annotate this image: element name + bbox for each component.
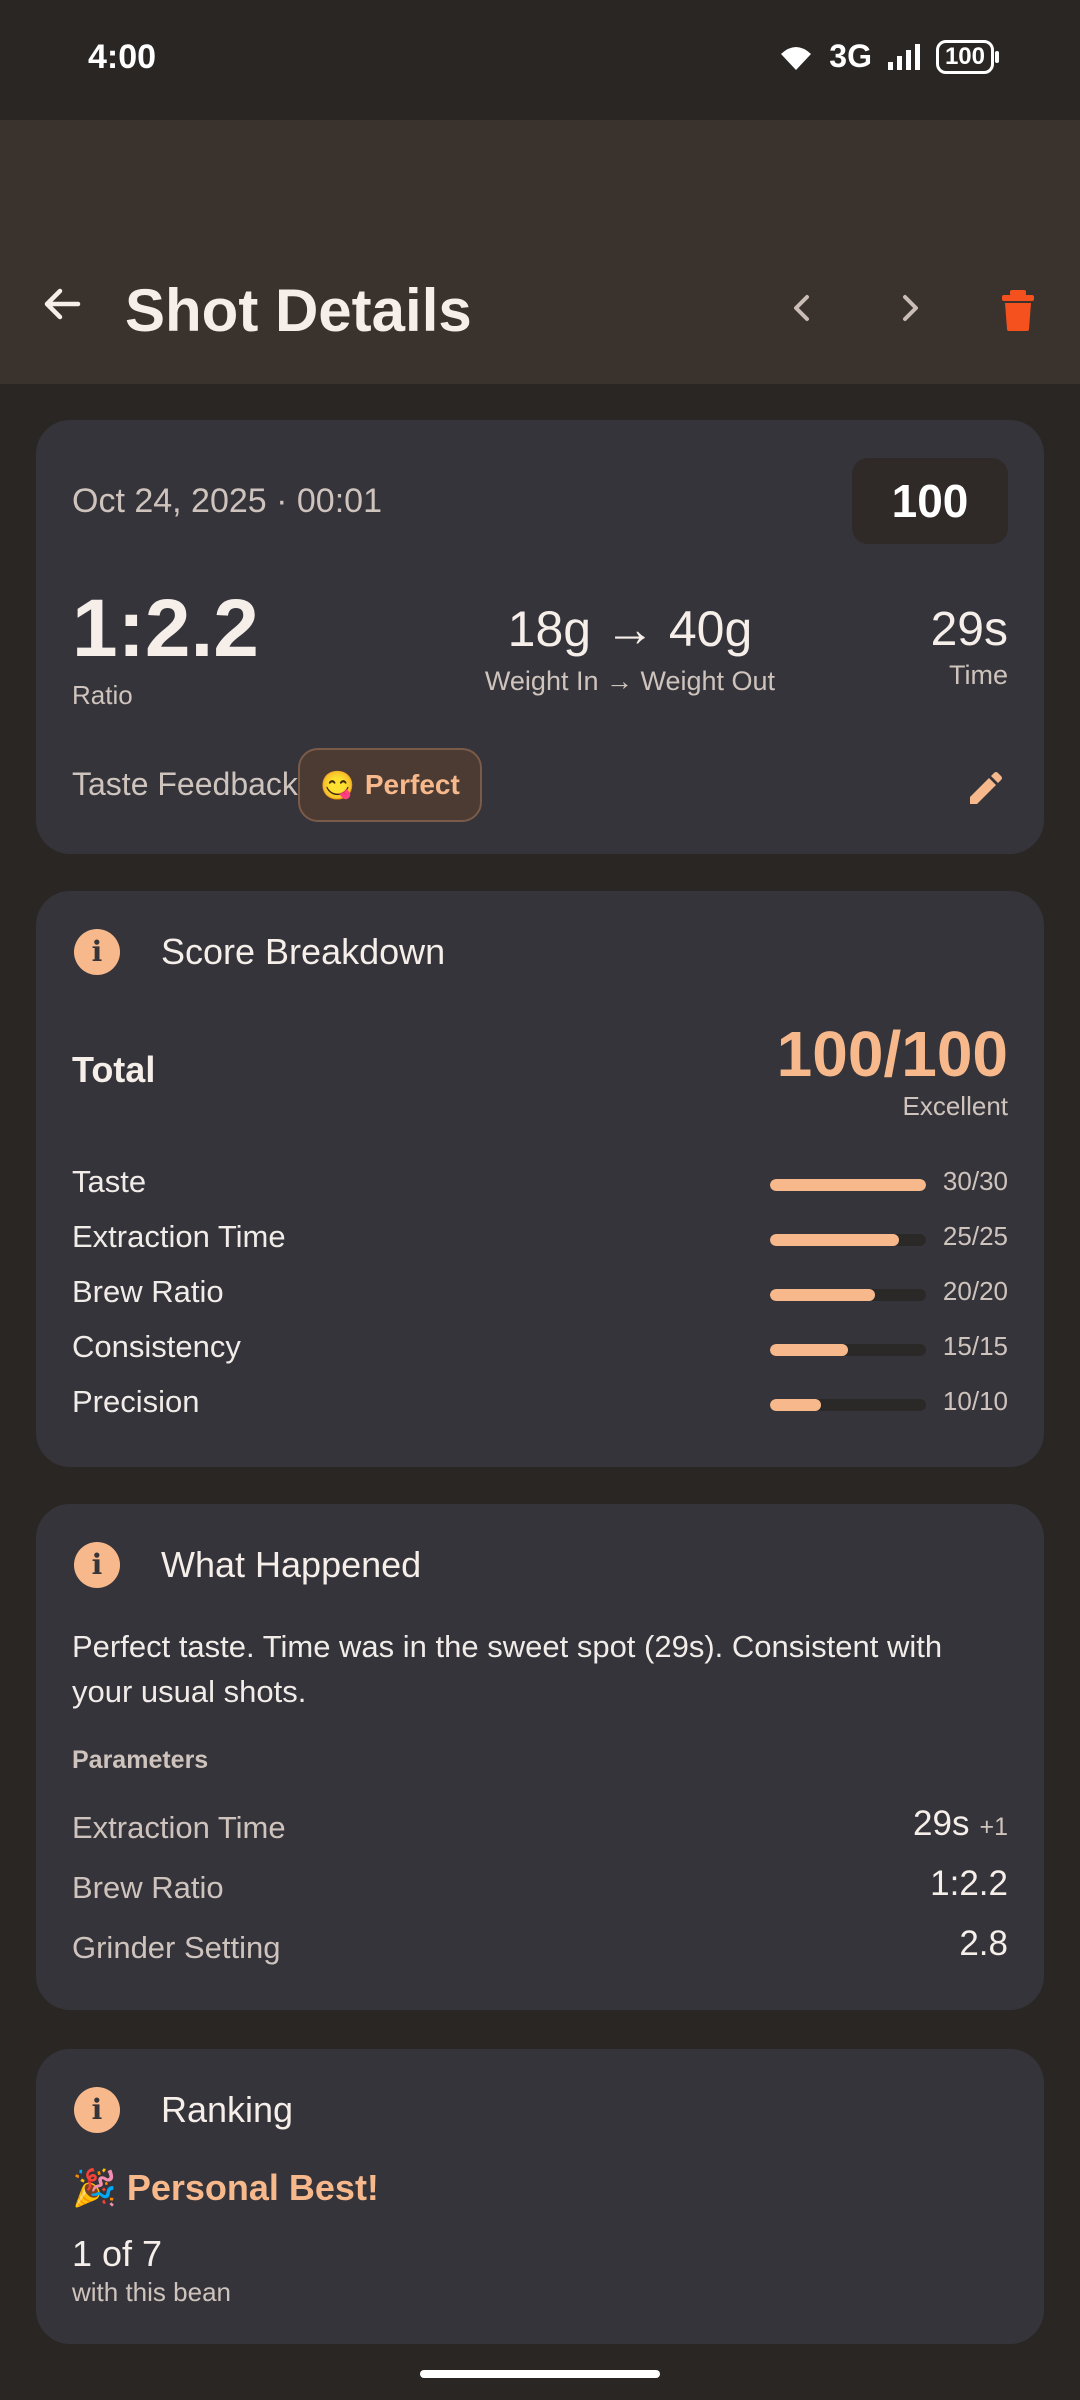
progress-track [770,1399,926,1411]
progress-fill [770,1344,848,1356]
shot-date: Oct 24, 2025 · 00:01 [72,482,382,520]
param-row-brew-ratio: Brew Ratio 1:2.2 [72,1864,1008,1914]
progress-fill [770,1179,926,1191]
total-rating: Excellent [902,1091,1009,1121]
info-icon: i [74,2087,120,2133]
info-icon: i [74,1542,120,1588]
breakdown-label: Consistency [72,1329,241,1364]
taste-feedback-chip[interactable]: 😋 Perfect [298,748,482,822]
progress-track [770,1179,926,1191]
shot-summary-text: Perfect taste. Time was in the sweet spo… [72,1629,943,1709]
status-icons: 3G 100 [777,38,1000,75]
weights-label: Weight In → Weight Out [484,666,776,696]
taste-feedback-label: Taste Feedback [72,766,298,802]
time-value: 29s [930,603,1008,656]
param-value: 29s +1 [913,1804,1008,1843]
param-value: 1:2.2 [930,1864,1008,1903]
time-label: Time [949,660,1008,690]
status-bar: 4:00 3G 100 [0,0,1080,120]
param-label: Grinder Setting [72,1930,281,1965]
total-label: Total [72,1049,156,1090]
progress-track [770,1344,926,1356]
what-happened-card: i What Happened Perfect taste. Time was … [36,1504,1044,2010]
breakdown-row-taste: Taste 30/30 [72,1164,1008,1204]
edit-pencil-icon[interactable] [964,770,1004,810]
progress-track [770,1234,926,1246]
battery-icon: 100 [935,39,1000,74]
score-breakdown-title: Score Breakdown [161,931,446,972]
total-score: 100/100 [776,1018,1008,1090]
wifi-icon [781,46,812,70]
shot-summary-card: Oct 24, 2025 · 00:01 100 1:2.2 Ratio 18g… [36,420,1044,854]
personal-best-badge: 🎉 Personal Best! [72,2167,379,2208]
what-happened-title: What Happened [161,1544,422,1585]
breakdown-score: 10/10 [942,1386,1008,1416]
param-row-grinder-setting: Grinder Setting 2.8 [72,1924,1008,1974]
breakdown-score: 25/25 [942,1221,1008,1251]
ratio-value: 1:2.2 [72,583,259,674]
info-icon: i [74,929,120,975]
progress-fill [770,1234,900,1246]
breakdown-label: Brew Ratio [72,1274,224,1309]
param-delta: +1 [979,1813,1008,1841]
rank-context: with this bean [72,2277,231,2307]
breakdown-score: 15/15 [942,1331,1008,1361]
ranking-title: Ranking [161,2089,294,2130]
delete-icon[interactable] [996,288,1040,332]
progress-fill [770,1399,822,1411]
param-label: Extraction Time [72,1810,286,1845]
score-badge: 100 [852,458,1008,544]
signal-icon [887,43,920,70]
progress-track [770,1289,926,1301]
breakdown-row-brew-ratio: Brew Ratio 20/20 [72,1274,1008,1314]
score-breakdown-card: i Score Breakdown Total 100/100 Excellen… [36,891,1044,1467]
breakdown-row-extraction-time: Extraction Time 25/25 [72,1219,1008,1259]
breakdown-score: 30/30 [942,1166,1008,1196]
chevron-left-icon[interactable] [782,288,822,328]
network-type: 3G [829,38,872,74]
page-title: Shot Details [125,277,472,344]
weights-value: 18g → 40g [507,601,753,657]
taste-emoji: 😋 [320,769,355,801]
breakdown-label: Precision [72,1384,200,1419]
parameters-heading: Parameters [72,1746,209,1774]
ratio-label: Ratio [72,680,133,710]
chevron-right-icon[interactable] [890,288,930,328]
taste-chip-label: Perfect [364,769,460,800]
param-label: Brew Ratio [72,1870,224,1905]
status-time: 4:00 [88,38,157,76]
breakdown-row-consistency: Consistency 15/15 [72,1329,1008,1369]
ranking-card: i Ranking 🎉 Personal Best! 1 of 7 with t… [36,2049,1044,2344]
rank-position: 1 of 7 [72,2233,163,2274]
breakdown-score: 20/20 [942,1276,1008,1306]
breakdown-label: Taste [72,1164,147,1199]
back-arrow-icon[interactable] [38,280,86,328]
param-value: 2.8 [959,1924,1008,1963]
param-row-extraction-time: Extraction Time 29s +1 [72,1804,1008,1854]
progress-fill [770,1289,875,1301]
breakdown-row-precision: Precision 10/10 [72,1384,1008,1424]
home-indicator[interactable] [420,2370,660,2378]
breakdown-label: Extraction Time [72,1219,286,1254]
